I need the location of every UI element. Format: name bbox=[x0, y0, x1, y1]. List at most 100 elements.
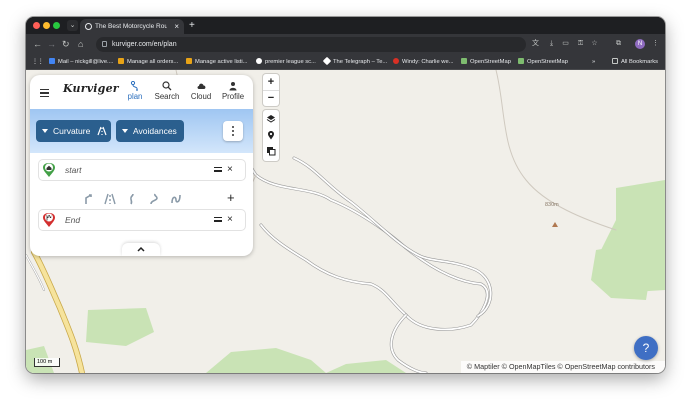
nav-profile[interactable]: Profile bbox=[217, 81, 249, 101]
bookmark-item[interactable]: premier league sc... bbox=[256, 55, 316, 69]
nav-cloud[interactable]: Cloud bbox=[185, 81, 217, 101]
back-icon[interactable]: ← bbox=[33, 38, 42, 51]
all-bookmarks-button[interactable]: All Bookmarks bbox=[612, 55, 658, 69]
browser-window: ⌄ The Best Motorcycle Route P × + ← → ↻ … bbox=[26, 17, 665, 373]
panel-header: Kurviger plan Search Cloud Profile bbox=[30, 75, 253, 111]
profile-avatar[interactable]: N bbox=[635, 39, 645, 49]
avoidances-dropdown[interactable]: Avoidances bbox=[116, 120, 184, 142]
avoidances-label: Avoidances bbox=[133, 126, 177, 136]
osm-icon bbox=[518, 58, 524, 64]
nav-search[interactable]: Search bbox=[151, 81, 183, 101]
finish-flag-pin-icon bbox=[43, 213, 55, 227]
nav-search-label: Search bbox=[154, 92, 180, 101]
google-icon bbox=[256, 58, 262, 64]
start-input[interactable]: start bbox=[65, 160, 82, 180]
bookmark-item[interactable]: Manage active listi... bbox=[186, 55, 248, 69]
collapse-panel-button[interactable] bbox=[122, 243, 160, 256]
menu-dots-icon[interactable]: ⋮ bbox=[651, 39, 660, 48]
remove-start-button[interactable]: × bbox=[227, 160, 233, 180]
tab-close-button[interactable]: × bbox=[174, 19, 179, 34]
bookmark-item[interactable]: OpenStreetMap bbox=[461, 55, 511, 69]
bookmarks-bar: ⋮⋮ Mail – nickgill@live.... Manage all o… bbox=[26, 55, 665, 70]
turn-icon[interactable] bbox=[83, 193, 95, 205]
nav-cloud-label: Cloud bbox=[190, 92, 212, 101]
add-waypoint-button[interactable]: + bbox=[227, 190, 235, 205]
bookmark-item[interactable]: Manage all orders... bbox=[118, 55, 178, 69]
chevron-up-icon bbox=[137, 246, 145, 252]
bookmark-star-icon[interactable]: ☆ bbox=[590, 39, 599, 48]
tab-title: The Best Motorcycle Route P bbox=[95, 23, 167, 30]
apps-grid-icon[interactable]: ⋮⋮ bbox=[32, 55, 44, 69]
nav-plan[interactable]: plan bbox=[119, 81, 151, 101]
zoom-out-button[interactable]: − bbox=[263, 90, 279, 107]
site-info-icon[interactable] bbox=[102, 41, 107, 47]
copy-route-icon[interactable] bbox=[266, 146, 276, 156]
windy-icon bbox=[393, 58, 399, 64]
end-input[interactable]: End bbox=[65, 210, 80, 230]
cast-icon[interactable]: ▭ bbox=[561, 39, 570, 48]
bookmark-item[interactable]: Windy: Charlie we... bbox=[393, 55, 454, 69]
nav-plan-label: plan bbox=[127, 92, 143, 101]
password-key-icon[interactable]: ⚿ bbox=[576, 39, 585, 48]
reload-icon[interactable]: ↻ bbox=[62, 38, 70, 51]
browser-toolbar: ← → ↻ ⌂ kurviger.com/en/plan 文 ⤓ ▭ ⚿ ☆ ⧉… bbox=[26, 34, 665, 55]
download-icon[interactable]: ⤓ bbox=[547, 39, 556, 48]
map-tools bbox=[263, 110, 279, 161]
more-options-button[interactable] bbox=[223, 121, 243, 141]
address-bar[interactable]: kurviger.com/en/plan bbox=[96, 37, 526, 52]
page-viewport: 830m Kurviger plan Search Cloud Profile … bbox=[26, 70, 665, 373]
close-window-button[interactable] bbox=[33, 22, 40, 29]
browser-tab[interactable]: The Best Motorcycle Route P × bbox=[80, 19, 184, 34]
curvature-dropdown[interactable]: Curvature bbox=[36, 120, 111, 142]
search-icon bbox=[162, 81, 172, 91]
bookmark-item[interactable]: The Telegraph – Te... bbox=[322, 55, 387, 69]
folder-icon bbox=[612, 58, 618, 64]
home-icon[interactable]: ⌂ bbox=[78, 38, 83, 51]
zoom-controls: + − bbox=[263, 74, 279, 106]
travel-modes bbox=[83, 193, 203, 207]
osm-icon bbox=[461, 58, 467, 64]
highway-icon[interactable] bbox=[104, 193, 116, 205]
curvy-road-icon[interactable] bbox=[126, 193, 138, 205]
cloud-icon bbox=[197, 83, 205, 89]
nav-profile-label: Profile bbox=[221, 92, 245, 101]
home-pin-icon bbox=[43, 163, 55, 177]
title-bar: ⌄ The Best Motorcycle Route P × + bbox=[26, 17, 665, 34]
help-button[interactable]: ? bbox=[634, 336, 658, 360]
layers-icon[interactable] bbox=[266, 114, 276, 124]
forward-icon[interactable]: → bbox=[47, 38, 56, 51]
maximize-window-button[interactable] bbox=[53, 22, 60, 29]
winding-road-icon[interactable] bbox=[148, 193, 160, 205]
curvature-label: Curvature bbox=[53, 126, 91, 136]
drag-handle-icon[interactable] bbox=[214, 167, 222, 174]
translate-icon[interactable]: 文 bbox=[531, 39, 540, 48]
highway-icon bbox=[97, 126, 107, 136]
caret-down-icon bbox=[122, 129, 128, 133]
start-waypoint-row[interactable]: start × bbox=[39, 160, 245, 180]
remove-end-button[interactable]: × bbox=[227, 210, 233, 230]
zoom-in-button[interactable]: + bbox=[263, 74, 279, 90]
route-icon bbox=[130, 81, 138, 91]
end-waypoint-row[interactable]: End × bbox=[39, 210, 245, 230]
kurviger-logo: Kurviger bbox=[63, 82, 119, 95]
tab-search-icon[interactable]: ⌄ bbox=[67, 20, 78, 31]
extensions-icon[interactable]: ⧉ bbox=[614, 39, 623, 48]
telegraph-icon bbox=[322, 56, 332, 66]
new-tab-button[interactable]: + bbox=[189, 18, 195, 33]
caret-down-icon bbox=[42, 129, 48, 133]
bookmarks-overflow-button[interactable]: » bbox=[592, 55, 595, 69]
drag-handle-icon[interactable] bbox=[214, 217, 222, 224]
mail-icon bbox=[49, 58, 55, 64]
route-planner-panel: Kurviger plan Search Cloud Profile Curva… bbox=[30, 75, 253, 256]
route-options-bar: Curvature Avoidances bbox=[30, 109, 253, 153]
location-pin-icon[interactable] bbox=[266, 130, 276, 140]
bookmark-item[interactable]: OpenStreetMap bbox=[518, 55, 568, 69]
minimize-window-button[interactable] bbox=[43, 22, 50, 29]
twisty-road-icon[interactable] bbox=[170, 193, 182, 205]
map-attribution[interactable]: © Maptiler © OpenMapTiles © OpenStreetMa… bbox=[460, 361, 665, 373]
bookmark-item[interactable]: Mail – nickgill@live.... bbox=[49, 55, 114, 69]
peak-elevation-label: 830m bbox=[545, 202, 559, 208]
map-scale: 100 m bbox=[34, 358, 60, 367]
globe-icon bbox=[85, 23, 92, 30]
hamburger-menu-icon[interactable] bbox=[40, 87, 52, 99]
